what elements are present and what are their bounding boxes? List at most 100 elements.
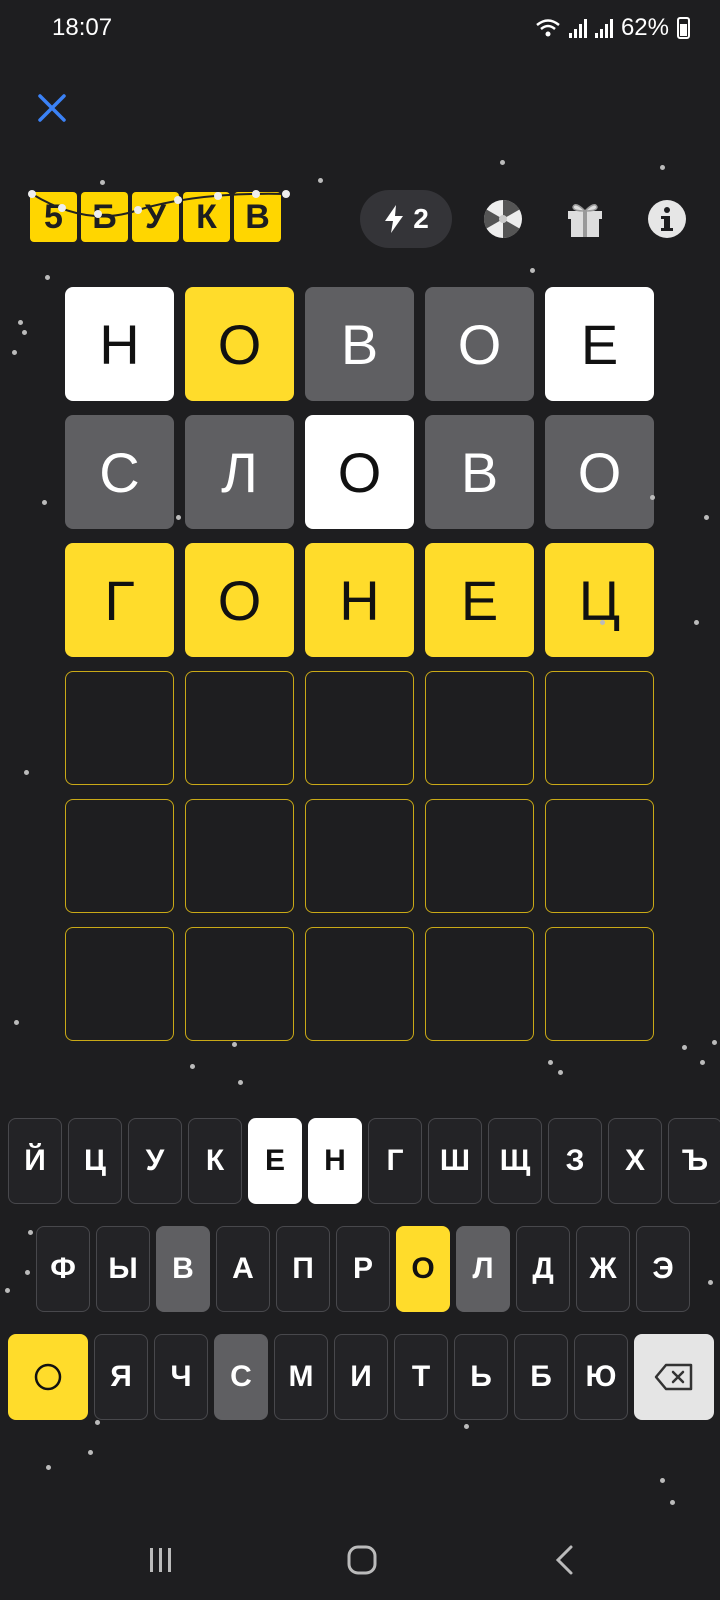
board-cell — [65, 671, 174, 785]
home-icon — [347, 1545, 377, 1575]
key-Ж[interactable]: Ж — [576, 1226, 630, 1312]
snow-particle — [712, 1040, 717, 1045]
key-П[interactable]: П — [276, 1226, 330, 1312]
hints-count: 2 — [413, 203, 429, 234]
board-cell — [545, 799, 654, 913]
recent-apps-icon — [150, 1548, 171, 1572]
board-cell: Л — [185, 415, 294, 529]
logo-tile: У — [132, 192, 179, 242]
keyboard-row-1: ЙЦУКЕНГШЩЗХЪ — [8, 1118, 720, 1204]
snow-particle — [232, 1042, 237, 1047]
gift-button[interactable] — [562, 196, 608, 242]
key-Л[interactable]: Л — [456, 1226, 510, 1312]
snow-particle — [95, 1420, 100, 1425]
key-Ш[interactable]: Ш — [428, 1118, 482, 1204]
key-Ю[interactable]: Ю — [574, 1334, 628, 1420]
key-Д[interactable]: Д — [516, 1226, 570, 1312]
key-Ы[interactable]: Ы — [96, 1226, 150, 1312]
enter-key[interactable] — [8, 1334, 88, 1420]
board-cell: О — [305, 415, 414, 529]
snow-particle — [24, 770, 29, 775]
snow-particle — [500, 160, 505, 165]
board-cell: Е — [425, 543, 534, 657]
snow-particle — [660, 165, 665, 170]
snow-particle — [190, 1064, 195, 1069]
back-button[interactable] — [535, 1520, 595, 1600]
recent-apps-button[interactable] — [131, 1520, 191, 1600]
snow-particle — [14, 1020, 19, 1025]
key-Ф[interactable]: Ф — [36, 1226, 90, 1312]
board-cell — [305, 799, 414, 913]
key-С[interactable]: С — [214, 1334, 268, 1420]
key-Ь[interactable]: Ь — [454, 1334, 508, 1420]
hints-button[interactable]: 2 — [360, 190, 452, 248]
key-М[interactable]: М — [274, 1334, 328, 1420]
board-row: НОВОЕ — [65, 287, 656, 401]
snow-particle — [708, 1280, 713, 1285]
board-cell — [425, 799, 534, 913]
key-А[interactable]: А — [216, 1226, 270, 1312]
board-cell — [425, 927, 534, 1041]
info-button[interactable] — [644, 196, 690, 242]
key-Н[interactable]: Н — [308, 1118, 362, 1204]
snow-particle — [318, 178, 323, 183]
battery-icon — [677, 17, 690, 39]
key-Р[interactable]: Р — [336, 1226, 390, 1312]
keyboard-row-3: ЯЧСМИТЬБЮ — [8, 1334, 714, 1420]
key-У[interactable]: У — [128, 1118, 182, 1204]
board-cell: С — [65, 415, 174, 529]
board-cell: В — [305, 287, 414, 401]
key-Щ[interactable]: Щ — [488, 1118, 542, 1204]
key-Й[interactable]: Й — [8, 1118, 62, 1204]
home-button[interactable] — [332, 1520, 392, 1600]
board-cell: О — [185, 287, 294, 401]
key-Г[interactable]: Г — [368, 1118, 422, 1204]
key-И[interactable]: И — [334, 1334, 388, 1420]
wifi-icon — [536, 19, 560, 37]
info-icon — [648, 200, 686, 238]
key-Е[interactable]: Е — [248, 1118, 302, 1204]
logo-tile: Б — [81, 192, 128, 242]
snow-particle — [700, 1060, 705, 1065]
status-bar: 18:07 62% — [0, 0, 720, 58]
key-Я[interactable]: Я — [94, 1334, 148, 1420]
key-К[interactable]: К — [188, 1118, 242, 1204]
key-З[interactable]: З — [548, 1118, 602, 1204]
snow-particle — [25, 1270, 30, 1275]
fortune-wheel-icon — [483, 199, 522, 239]
board-cell: Ц — [545, 543, 654, 657]
snow-particle — [660, 1478, 665, 1483]
key-В[interactable]: В — [156, 1226, 210, 1312]
snow-particle — [28, 1230, 33, 1235]
snow-particle — [18, 320, 23, 325]
key-Ц[interactable]: Ц — [68, 1118, 122, 1204]
key-Ъ[interactable]: Ъ — [668, 1118, 720, 1204]
logo-tile: К — [183, 192, 230, 242]
snow-particle — [12, 350, 17, 355]
board-cell — [185, 927, 294, 1041]
key-Т[interactable]: Т — [394, 1334, 448, 1420]
snow-particle — [176, 515, 181, 520]
key-Э[interactable]: Э — [636, 1226, 690, 1312]
lightning-icon — [385, 205, 404, 233]
status-time: 18:07 — [52, 14, 113, 41]
board-cell — [545, 671, 654, 785]
backspace-key[interactable] — [634, 1334, 714, 1420]
close-icon — [38, 94, 66, 122]
battery-percent: 62% — [620, 14, 669, 41]
fortune-wheel-button[interactable] — [480, 196, 526, 242]
snow-particle — [670, 1500, 675, 1505]
board-row — [65, 799, 656, 913]
back-icon — [555, 1545, 573, 1575]
key-Х[interactable]: Х — [608, 1118, 662, 1204]
key-Б[interactable]: Б — [514, 1334, 568, 1420]
close-button[interactable] — [34, 92, 70, 128]
board-row: ГОНЕЦ — [65, 543, 656, 657]
logo-tile: 5 — [30, 192, 77, 242]
board-cell: О — [545, 415, 654, 529]
key-О[interactable]: О — [396, 1226, 450, 1312]
gift-icon — [568, 204, 602, 237]
board-cell — [185, 671, 294, 785]
key-Ч[interactable]: Ч — [154, 1334, 208, 1420]
snow-particle — [694, 620, 699, 625]
